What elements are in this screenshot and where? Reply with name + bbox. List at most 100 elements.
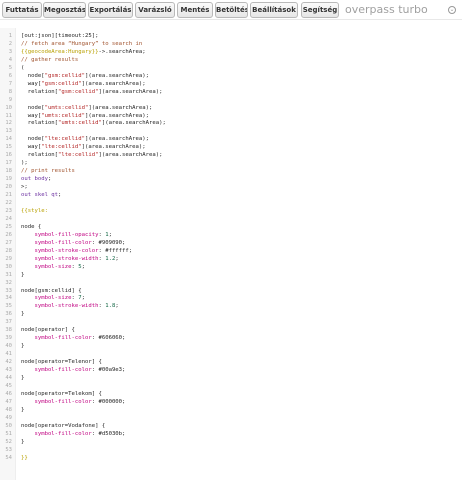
line-number: 53 xyxy=(5,446,12,453)
code-token: ](area.searchArea); xyxy=(85,136,149,143)
code-line[interactable]: 22 xyxy=(0,200,462,208)
code-line[interactable]: 23 {{style: xyxy=(0,208,462,216)
code-line[interactable]: 4 // gather results xyxy=(0,57,462,65)
code-line[interactable]: 30 symbol-size: 5; xyxy=(0,264,462,272)
line-number: 4 xyxy=(8,56,12,63)
code-line[interactable]: 24 xyxy=(0,216,462,224)
code-line[interactable]: 9 xyxy=(0,97,462,105)
code-line[interactable]: 42 node[operator=Telenor] { xyxy=(0,359,462,367)
line-number: 38 xyxy=(5,327,12,334)
code-line[interactable]: 32 xyxy=(0,280,462,288)
code-line[interactable]: 41 xyxy=(0,351,462,359)
code-text: ); xyxy=(21,160,28,168)
export-button[interactable]: Exportálás xyxy=(88,2,133,18)
code-line[interactable]: 46 node[operator=Telekom] { xyxy=(0,391,462,399)
code-line[interactable]: 40} xyxy=(0,343,462,351)
code-line[interactable]: 34 symbol-size: 7; xyxy=(0,295,462,303)
code-text: node["umts:cellid"](area.searchArea); xyxy=(21,105,153,113)
code-lines[interactable]: 1 [out:json][timeout:25]; 2 // fetch area “… xyxy=(0,33,462,462)
code-token: ](area.searchArea); xyxy=(81,144,146,151)
line-number: 10 xyxy=(5,104,12,111)
code-line[interactable]: 27 symbol-fill-color: #909090; xyxy=(0,240,462,248)
code-token: symbol-fill-color xyxy=(21,335,92,342)
code-line[interactable]: 25 node { xyxy=(0,224,462,232)
code-line[interactable]: 53 xyxy=(0,447,462,455)
code-line[interactable]: 21 out skel qt; xyxy=(0,192,462,200)
code-line[interactable]: 44} xyxy=(0,375,462,383)
code-line[interactable]: 50 node[operator=Vodafone] { xyxy=(0,423,462,431)
code-line[interactable]: 39 symbol-fill-color: #606060; xyxy=(0,335,462,343)
line-number: 42 xyxy=(5,359,12,366)
chevron-down-circle-icon[interactable]: ⌄ xyxy=(448,6,456,14)
code-line[interactable]: 5( xyxy=(0,65,462,73)
save-button[interactable]: Mentés xyxy=(177,2,213,18)
line-number: 45 xyxy=(5,382,12,389)
line-number: 20 xyxy=(5,184,12,191)
code-token: ](area.searchArea); xyxy=(85,112,149,119)
code-token: "umts:cellid" xyxy=(58,120,102,127)
code-line[interactable]: 28 symbol-stroke-color: #ffffff; xyxy=(0,248,462,256)
code-text: node[gsm:cellid] { xyxy=(21,288,82,296)
load-button[interactable]: Betöltés xyxy=(215,2,248,18)
code-text: node { xyxy=(21,224,41,232)
line-number: 51 xyxy=(5,430,12,437)
help-button[interactable]: Segítség xyxy=(301,2,339,18)
code-line[interactable]: 11 way["umts:cellid"](area.searchArea); xyxy=(0,113,462,121)
code-line[interactable]: 36} xyxy=(0,311,462,319)
line-number: 32 xyxy=(5,279,12,286)
line-number: 40 xyxy=(5,343,12,350)
code-line[interactable]: 16 relation["lte:cellid"](area.searchAre… xyxy=(0,152,462,160)
code-token: : #000000; xyxy=(91,398,126,405)
run-button[interactable]: Futtatás xyxy=(2,2,42,18)
code-line[interactable]: 19 out body; xyxy=(0,176,462,184)
code-line[interactable]: 20 >; xyxy=(0,184,462,192)
code-editor[interactable]: 1 [out:json][timeout:25]; 2 // fetch area “… xyxy=(0,28,462,480)
code-text: symbol-fill-opacity: 1; xyxy=(21,232,112,240)
line-number: 3 xyxy=(8,48,12,55)
code-line[interactable]: 7 way["gsm:cellid"](area.searchArea); xyxy=(0,81,462,89)
code-line[interactable]: 18 // print results xyxy=(0,168,462,176)
line-number: 33 xyxy=(5,287,12,294)
settings-button[interactable]: Beállítások xyxy=(250,2,298,18)
line-number: 43 xyxy=(5,367,12,374)
code-line[interactable]: 51 symbol-fill-color: #d5030b; xyxy=(0,431,462,439)
code-token: relation[ xyxy=(21,120,59,127)
code-text: node["lte:cellid"](area.searchArea); xyxy=(21,136,149,144)
code-line[interactable]: 48} xyxy=(0,407,462,415)
code-token: symbol-fill-color xyxy=(21,367,92,374)
code-token: ; xyxy=(108,231,112,238)
code-line[interactable]: 14 node["lte:cellid"](area.searchArea); xyxy=(0,136,462,144)
code-line[interactable]: 52} xyxy=(0,439,462,447)
code-line[interactable]: 54}} xyxy=(0,455,462,463)
code-line[interactable]: 31} xyxy=(0,272,462,280)
code-token: node { xyxy=(21,223,42,230)
code-line[interactable]: 35 symbol-stroke-width: 1.8; xyxy=(0,303,462,311)
code-text: [out:json][timeout:25]; xyxy=(21,33,98,41)
code-line[interactable]: 2 // fetch area “Hungary” to search in xyxy=(0,41,462,49)
code-text: out body; xyxy=(21,176,51,184)
code-text: symbol-stroke-width: 1.8; xyxy=(21,303,118,311)
code-text: node[operator=Telenor] { xyxy=(21,359,102,367)
code-line[interactable]: 6 node["gsm:cellid"](area.searchArea); xyxy=(0,73,462,81)
code-line[interactable]: 29 symbol-stroke-width: 1.2; xyxy=(0,256,462,264)
code-line[interactable]: 10 node["umts:cellid"](area.searchArea); xyxy=(0,105,462,113)
code-line[interactable]: 1 [out:json][timeout:25]; xyxy=(0,33,462,41)
code-line[interactable]: 45 xyxy=(0,383,462,391)
code-line[interactable]: 43 symbol-fill-color: #00a9e3; xyxy=(0,367,462,375)
code-line[interactable]: 26 symbol-fill-opacity: 1; xyxy=(0,232,462,240)
wizard-button[interactable]: Varázsló xyxy=(135,2,175,18)
code-line[interactable]: 33 node[gsm:cellid] { xyxy=(0,288,462,296)
code-token: : #909090; xyxy=(91,239,126,246)
code-line[interactable]: 17); xyxy=(0,160,462,168)
code-line[interactable]: 38 node[operator] { xyxy=(0,327,462,335)
code-line[interactable]: 49 xyxy=(0,415,462,423)
share-button[interactable]: Megosztás xyxy=(43,2,86,18)
code-line[interactable]: 15 way["lte:cellid"](area.searchArea); xyxy=(0,144,462,152)
code-line[interactable]: 37 xyxy=(0,319,462,327)
line-number: 49 xyxy=(5,414,12,421)
code-line[interactable]: 12 relation["umts:cellid"](area.searchAr… xyxy=(0,120,462,128)
code-line[interactable]: 8 relation["gsm:cellid"](area.searchArea… xyxy=(0,89,462,97)
code-line[interactable]: 13 xyxy=(0,128,462,136)
code-line[interactable]: 3 {{geocodeArea:Hungary}}->.searchArea; xyxy=(0,49,462,57)
code-line[interactable]: 47 symbol-fill-color: #000000; xyxy=(0,399,462,407)
